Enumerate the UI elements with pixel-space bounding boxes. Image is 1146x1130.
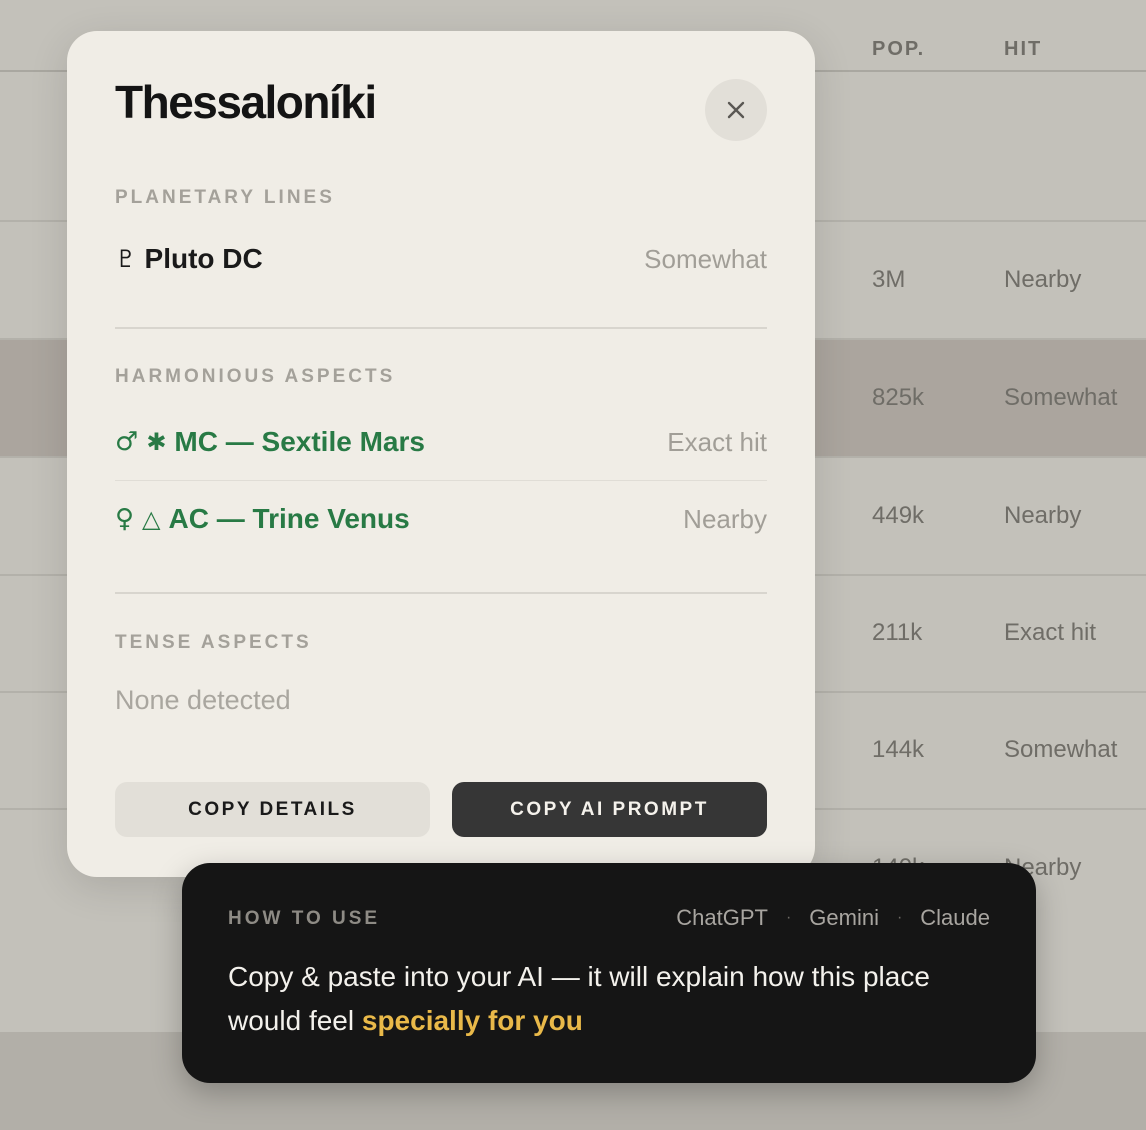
row-divider [115,480,767,481]
section-divider [115,327,767,329]
harmonious-aspect-status: Exact hit [667,426,767,457]
ai-chatgpt: ChatGPT [676,905,768,930]
tense-aspects-empty: None detected [115,685,291,715]
planetary-line-status: Somewhat [644,243,767,274]
close-icon [727,101,745,119]
ai-list: ChatGPT · Gemini · Claude [676,905,990,931]
harmonious-aspect-name: AC — Trine Venus [168,503,410,534]
venus-icon: ♀ [115,504,135,534]
pluto-icon: ♇ [115,245,137,273]
trine-icon: △ [142,505,161,533]
harmonious-aspects-label: HARMONIOUS ASPECTS [115,366,396,387]
copy-ai-prompt-button[interactable]: COPY AI PROMPT [452,782,767,837]
planetary-line-name-group: ♇ Pluto DC [115,243,263,275]
city-title: Thessaloníki [115,76,377,128]
city-detail-modal: Thessaloníki PLANETARY LINES ♇ Pluto DC … [67,31,815,877]
hit-cell: Somewhat [1004,736,1118,763]
separator-dot: · [896,909,903,926]
mars-icon: ♂ [115,427,139,457]
harmonious-aspect-status: Nearby [683,503,767,534]
how-to-use-tooltip: HOW TO USE ChatGPT · Gemini · Claude Cop… [182,863,1036,1083]
tooltip-label: HOW TO USE [228,908,381,929]
tooltip-highlight: specially for you [361,1005,583,1036]
planetary-lines-label: PLANETARY LINES [115,187,335,208]
planetary-line-name: Pluto DC [144,243,263,274]
planetary-line-row[interactable]: ♇ Pluto DC Somewhat [115,239,767,279]
column-header-hit[interactable]: HIT [1004,38,1042,61]
close-button[interactable] [705,79,767,141]
tense-aspects-label: TENSE ASPECTS [115,632,312,653]
section-divider [115,592,767,594]
sextile-icon: ✱ [146,428,167,456]
hit-cell: Somewhat [1004,384,1118,411]
pop-cell: 211k [872,619,923,646]
ai-gemini: Gemini [809,905,879,930]
ai-claude: Claude [920,905,990,930]
pop-cell: 3M [872,266,906,293]
separator-dot: · [785,909,792,926]
pop-cell: 449k [872,502,925,529]
hit-cell: Exact hit [1004,619,1097,646]
hit-cell: Nearby [1004,266,1082,293]
hit-cell: Nearby [1004,502,1082,529]
tooltip-body: Copy & paste into your AI — it will expl… [228,955,988,1043]
harmonious-aspect-row[interactable]: ♀ △ AC — Trine Venus Nearby [115,499,767,539]
pop-cell: 825k [872,384,925,411]
harmonious-aspect-name-group: ♀ △ AC — Trine Venus [115,503,410,535]
column-header-pop[interactable]: POP. [872,38,925,61]
harmonious-aspect-name-group: ♂ ✱ MC — Sextile Mars [115,426,425,458]
harmonious-aspect-name: MC — Sextile Mars [174,426,425,457]
pop-cell: 144k [872,736,925,763]
harmonious-aspect-row[interactable]: ♂ ✱ MC — Sextile Mars Exact hit [115,422,767,462]
copy-details-button[interactable]: COPY DETAILS [115,782,430,837]
